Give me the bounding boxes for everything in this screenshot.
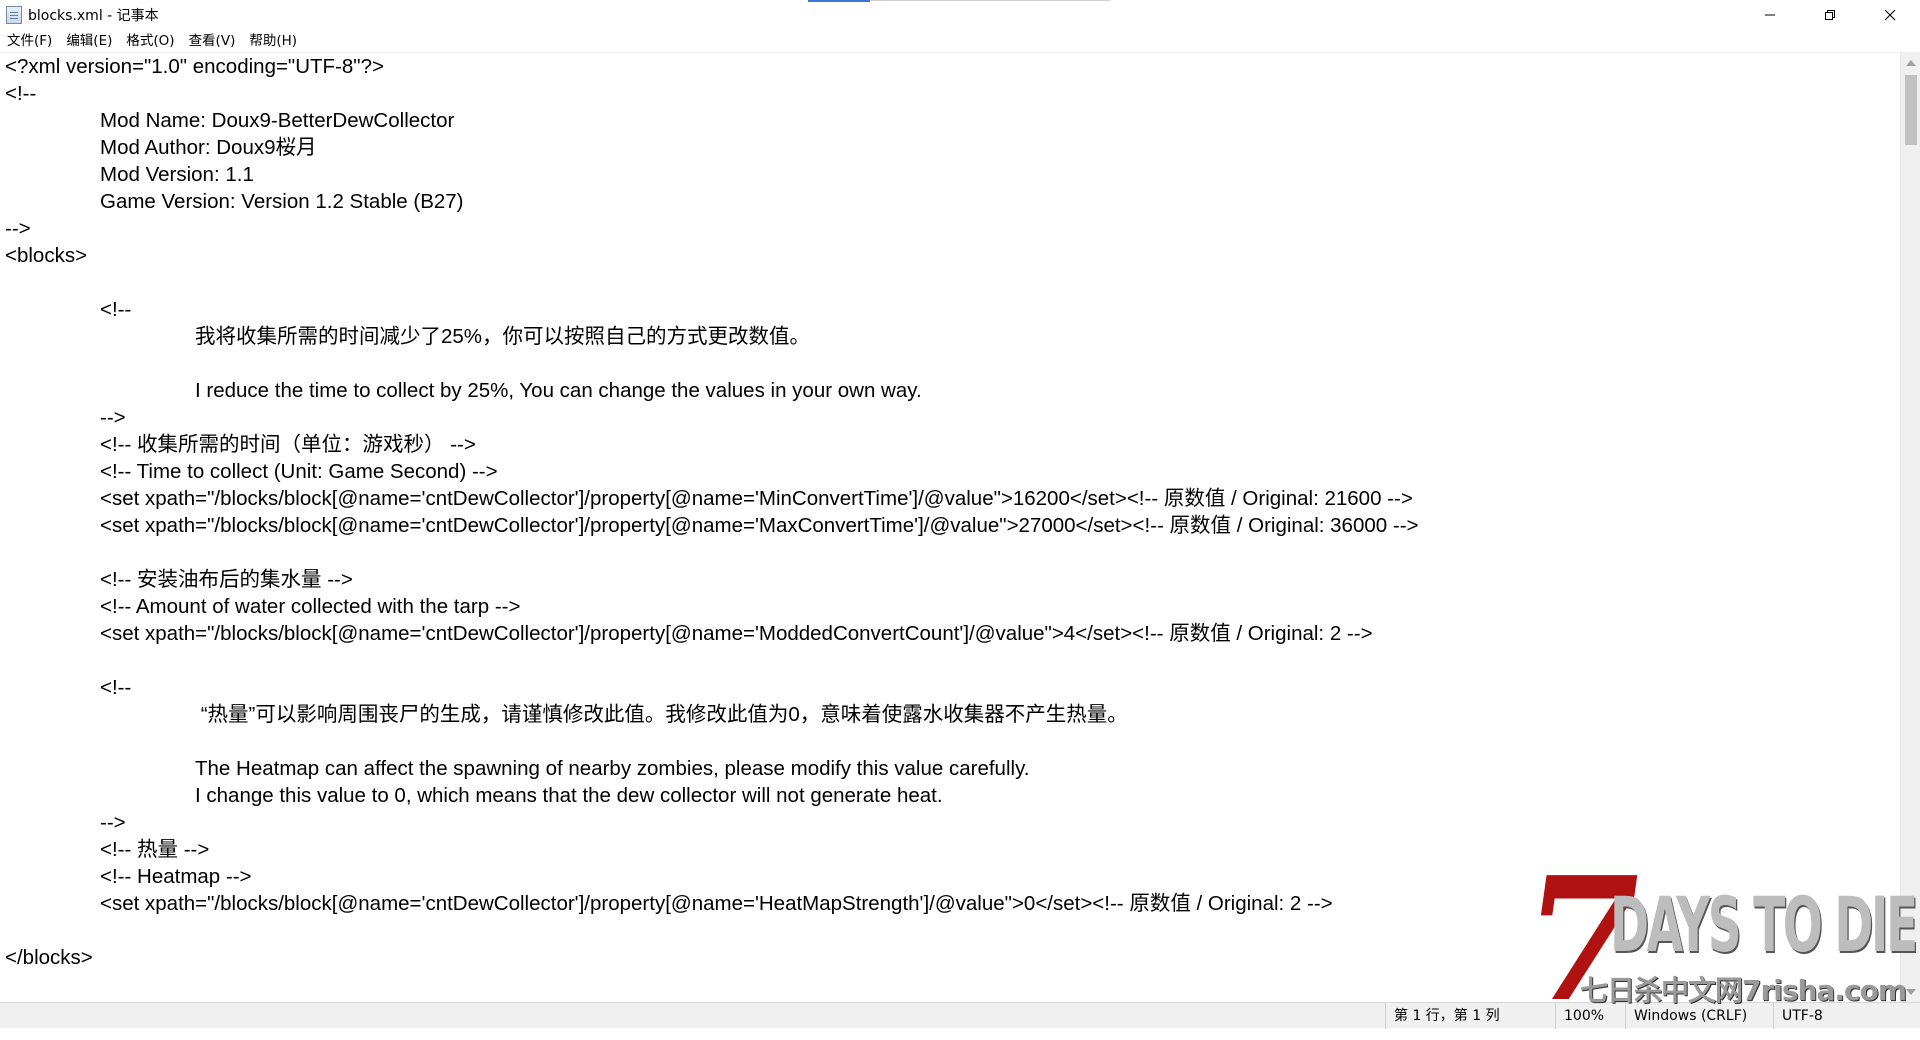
notepad-icon (6, 5, 22, 24)
code-line: --> (5, 217, 31, 240)
code-line: --> (100, 811, 126, 834)
code-line: <!-- Heatmap --> (100, 865, 252, 888)
code-line: <!-- 安装油布后的集水量 --> (100, 568, 353, 591)
menu-edit[interactable]: 编辑(E) (59, 29, 119, 53)
title-bar: blocks.xml - 记事本 (0, 0, 1920, 29)
code-line: I change this value to 0, which means th… (195, 784, 943, 807)
code-line: <!-- Time to collect (Unit: Game Second)… (100, 460, 498, 483)
editor-content[interactable]: <?xml version="1.0" encoding="UTF-8"?> <!… (5, 53, 1419, 971)
menu-view[interactable]: 查看(V) (182, 29, 243, 53)
code-line: Mod Name: Doux9-BetterDewCollector (100, 109, 455, 132)
code-line: <!-- (5, 82, 37, 105)
code-line: <blocks> (5, 244, 88, 267)
minimize-button[interactable] (1740, 0, 1800, 29)
text-editor[interactable]: <?xml version="1.0" encoding="UTF-8"?> <!… (0, 53, 1900, 1002)
zoom-level: 100% (1555, 1003, 1625, 1029)
code-line: <!-- (100, 298, 132, 321)
title-bar-accent (808, 0, 870, 2)
window-title: blocks.xml - 记事本 (28, 7, 159, 24)
menu-bar: 文件(F) 编辑(E) 格式(O) 查看(V) 帮助(H) (0, 29, 1920, 53)
code-line: <set xpath="/blocks/block[@name='cntDewC… (100, 514, 1419, 537)
menu-format[interactable]: 格式(O) (119, 29, 181, 53)
cursor-position: 第 1 行，第 1 列 (1385, 1003, 1547, 1029)
code-line: <set xpath="/blocks/block[@name='cntDewC… (100, 892, 1333, 915)
code-line: <!-- (100, 676, 132, 699)
code-line: I reduce the time to collect by 25%, You… (195, 379, 922, 402)
scroll-down-icon[interactable] (1906, 989, 1916, 995)
code-line: <set xpath="/blocks/block[@name='cntDewC… (100, 622, 1373, 645)
window-controls (1740, 0, 1920, 29)
code-line: The Heatmap can affect the spawning of n… (195, 757, 1030, 780)
code-line: <!-- Amount of water collected with the … (100, 595, 521, 618)
code-line: Game Version: Version 1.2 Stable (B27) (100, 190, 464, 213)
code-line: <!-- 收集所需的时间（单位：游戏秒） --> (100, 433, 476, 456)
line-ending: Windows (CRLF) (1625, 1003, 1773, 1029)
encoding: UTF-8 (1773, 1003, 1920, 1029)
title-bar-divider (870, 0, 1110, 1)
code-line: <!-- 热量 --> (100, 838, 210, 861)
code-line: “热量”可以影响周围丧尸的生成，请谨慎修改此值。我修改此值为0，意味着使露水收集… (195, 703, 1128, 726)
code-line: </blocks> (5, 946, 93, 969)
restore-icon (1825, 9, 1835, 20)
code-line: 我将收集所需的时间减少了25%，你可以按照自己的方式更改数值。 (195, 325, 811, 348)
close-button[interactable] (1860, 0, 1920, 29)
status-bar: 第 1 行，第 1 列 100% Windows (CRLF) UTF-8 (0, 1002, 1920, 1029)
scrollbar-thumb[interactable] (1905, 75, 1917, 145)
code-line: <?xml version="1.0" encoding="UTF-8"?> (5, 55, 384, 78)
code-line: <set xpath="/blocks/block[@name='cntDewC… (100, 487, 1413, 510)
restore-button[interactable] (1800, 0, 1860, 29)
menu-file[interactable]: 文件(F) (0, 29, 59, 53)
code-line: Mod Version: 1.1 (100, 163, 254, 186)
code-line: Mod Author: Doux9桜月 (100, 136, 317, 159)
scroll-up-icon[interactable] (1906, 60, 1916, 66)
minimize-icon (1765, 14, 1775, 15)
vertical-scrollbar[interactable] (1900, 53, 1920, 1002)
close-icon (1884, 9, 1896, 20)
menu-help[interactable]: 帮助(H) (242, 29, 304, 53)
code-line: --> (100, 406, 126, 429)
